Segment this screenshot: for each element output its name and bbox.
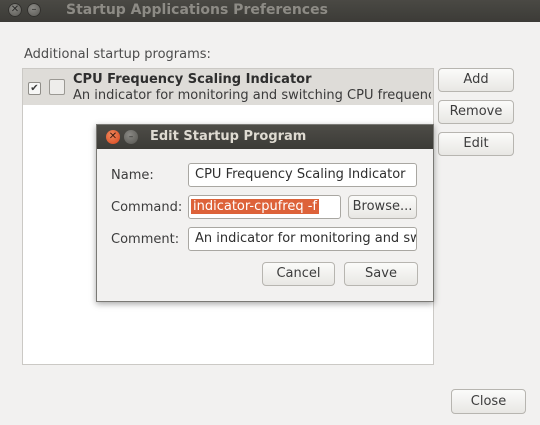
command-field[interactable]: indicator-cpufreq -f: [188, 195, 341, 219]
command-label: Command:: [111, 200, 183, 215]
cancel-button[interactable]: Cancel: [262, 262, 335, 286]
command-value: indicator-cpufreq -f: [191, 199, 320, 214]
save-button[interactable]: Save: [344, 262, 418, 286]
comment-field[interactable]: An indicator for monitoring and swit: [188, 227, 417, 251]
dialog-minimize-icon[interactable]: –: [124, 130, 138, 144]
remove-button[interactable]: Remove: [438, 100, 514, 124]
add-button[interactable]: Add: [438, 68, 514, 92]
close-button[interactable]: Close: [451, 389, 526, 414]
comment-label: Comment:: [111, 232, 180, 247]
window-title: Startup Applications Preferences: [66, 2, 328, 18]
dialog-title: Edit Startup Program: [150, 129, 307, 144]
application-icon: [49, 79, 65, 95]
dialog-titlebar: ✕ – Edit Startup Program: [97, 125, 433, 149]
edit-startup-program-dialog: ✕ – Edit Startup Program Name: CPU Frequ…: [96, 124, 434, 302]
dialog-close-icon[interactable]: ✕: [106, 130, 120, 144]
window-titlebar: ✕ – Startup Applications Preferences: [0, 0, 540, 22]
check-icon[interactable]: ✔: [28, 82, 41, 95]
name-label: Name:: [111, 168, 154, 183]
edit-button[interactable]: Edit: [438, 132, 514, 156]
window-close-icon[interactable]: ✕: [8, 3, 22, 17]
list-item-description: An indicator for monitoring and switchin…: [73, 88, 431, 103]
list-item-title: CPU Frequency Scaling Indicator: [73, 72, 312, 87]
name-field[interactable]: CPU Frequency Scaling Indicator: [188, 163, 417, 187]
window-minimize-icon[interactable]: –: [27, 3, 41, 17]
startup-programs-label: Additional startup programs:: [24, 47, 211, 62]
list-item[interactable]: ✔ CPU Frequency Scaling Indicator An ind…: [23, 69, 433, 105]
browse-button[interactable]: Browse...: [348, 195, 417, 219]
